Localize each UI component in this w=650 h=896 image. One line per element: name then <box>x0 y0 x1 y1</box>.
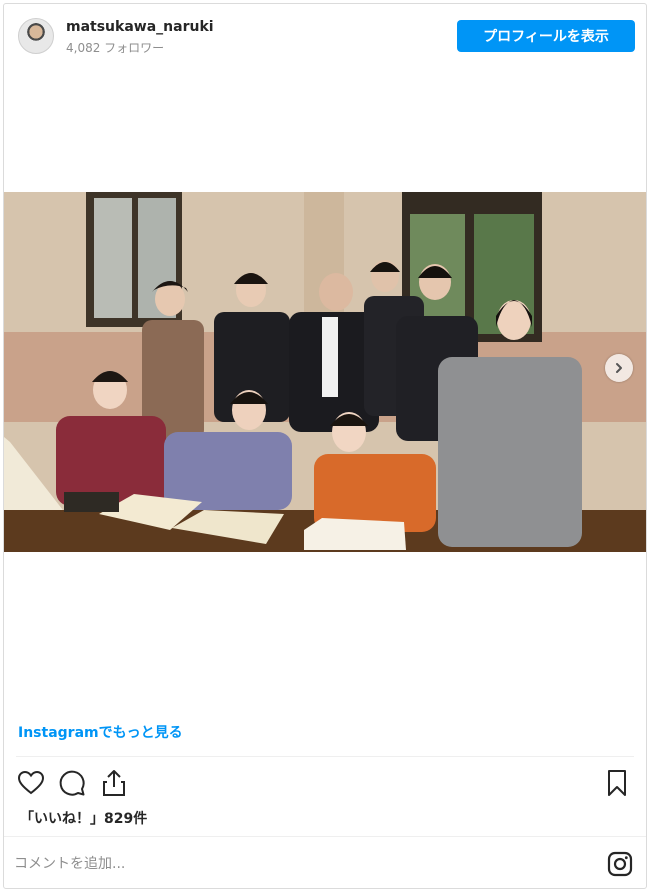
next-photo-button[interactable] <box>605 354 633 382</box>
share-icon[interactable] <box>99 768 129 798</box>
bookmark-icon[interactable] <box>602 768 632 798</box>
post-photo[interactable] <box>4 192 646 552</box>
view-profile-button[interactable]: プロフィールを表示 <box>457 20 635 52</box>
follower-count: 4,082 フォロワー <box>66 41 165 55</box>
like-count: 「いいね！」829件 <box>20 811 148 827</box>
comment-icon[interactable] <box>57 768 87 798</box>
chevron-right-icon <box>616 363 622 373</box>
comment-input[interactable]: コメントを追加... <box>14 846 574 880</box>
divider <box>16 756 634 757</box>
photo-image <box>4 192 646 552</box>
action-bar <box>4 764 646 804</box>
instagram-icon[interactable] <box>606 850 634 878</box>
view-more-on-instagram-link[interactable]: Instagramでもっと見る <box>18 722 183 742</box>
username[interactable]: matsukawa_naruki <box>66 19 214 35</box>
avatar[interactable] <box>18 18 54 54</box>
post-header: matsukawa_naruki 4,082 フォロワー プロフィールを表示 <box>4 4 646 72</box>
divider <box>4 836 646 837</box>
heart-icon[interactable] <box>16 768 46 798</box>
instagram-embed-card: matsukawa_naruki 4,082 フォロワー プロフィールを表示 I… <box>3 3 647 889</box>
